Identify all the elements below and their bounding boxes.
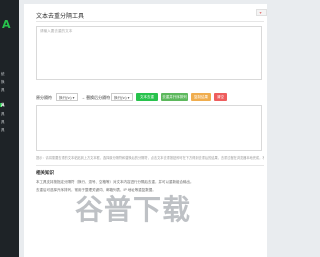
heart-icon: ♥ [259,10,262,15]
page-title: 文本去重分隔工具 [36,14,85,20]
sidebar-item-6[interactable]: 具 [1,120,5,125]
sidebar-item-5[interactable]: 具 [1,112,5,117]
sidebar-item-active[interactable]: 具 [1,103,5,108]
favorite-button[interactable]: ♥ [256,9,267,16]
sidebar-item-7[interactable]: 具 [1,128,5,133]
target-separator-select[interactable]: 换行(\n) ▾ [111,93,133,101]
clear-button[interactable]: 清空 [214,93,227,101]
source-separator-label: 原分隔符 [36,94,52,100]
dedupe-sort-button[interactable]: 去重并升序排列 [161,93,188,101]
usage-hint: 提示：请将需要去重的文本粘贴到上方文本框，选择原分隔符和替换后的分隔符，点击文本… [36,156,264,160]
section-divider [36,165,264,166]
source-separator-select[interactable]: 换行(\n) ▾ [56,93,78,101]
input-placeholder: 请输入要去重的文本 [40,29,73,33]
watermark: 谷普下载 [75,188,265,248]
watermark-text: 谷普下载 [75,193,192,226]
description-line-1: 本工具支持按指定分隔符（换行、逗号、空格等）对文本内容进行分隔后去重，并可以重新… [36,180,194,184]
input-textarea[interactable]: 请输入要去重的文本 [36,26,262,80]
sidebar: A 统 换 具 具 具 具 具 [0,0,19,257]
copy-button[interactable]: 复制结果 [191,93,211,101]
title-divider [36,21,264,22]
sidebar-item-3[interactable]: 具 [1,88,5,93]
knowledge-title: 相关知识 [36,170,54,175]
app-logo: A [2,18,11,31]
target-separator-label: → 替换后分隔符 [81,94,111,100]
output-textarea[interactable] [36,105,262,151]
dedupe-button[interactable]: 文本去重 [136,93,158,101]
sidebar-item-1[interactable]: 统 [1,72,5,77]
sidebar-item-2[interactable]: 换 [1,80,5,85]
